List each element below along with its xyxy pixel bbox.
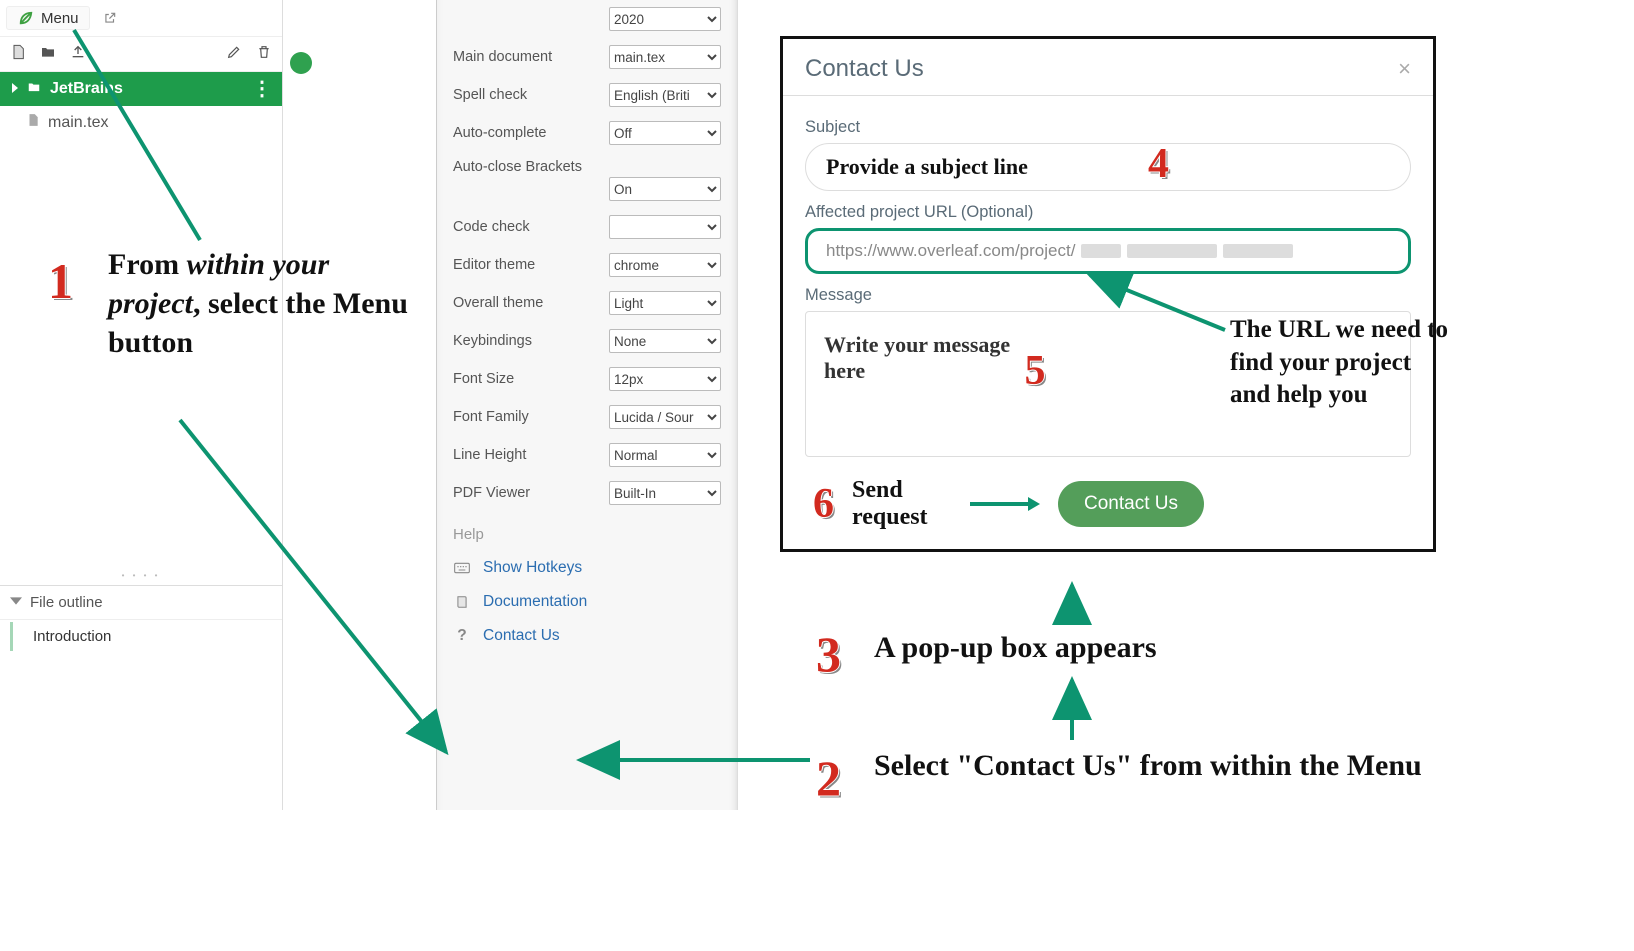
auto-complete-select[interactable]: Off: [609, 121, 721, 145]
folder-icon: [26, 80, 42, 99]
overleaf-icon: [17, 9, 35, 27]
external-link-icon[interactable]: [100, 8, 120, 28]
show-hotkeys-link[interactable]: Show Hotkeys: [437, 551, 737, 585]
spell-check-select[interactable]: English (Briti: [609, 83, 721, 107]
url-label: Affected project URL (Optional): [805, 203, 1411, 222]
close-icon[interactable]: ×: [1398, 56, 1411, 82]
subject-label: Subject: [805, 118, 1411, 137]
auto-close-select[interactable]: On: [609, 177, 721, 201]
upload-icon[interactable]: [70, 44, 86, 65]
step-number-1: 1: [48, 249, 73, 314]
contact-us-modal: Contact Us × Subject Provide a subject l…: [780, 36, 1436, 552]
label: Font Size: [453, 371, 514, 387]
outline-item[interactable]: Introduction: [10, 622, 282, 651]
rename-icon[interactable]: [226, 44, 242, 65]
label: Overall theme: [453, 295, 543, 311]
help-section-title: Help: [437, 512, 737, 551]
file-toolbar: [0, 37, 282, 72]
label: Main document: [453, 49, 552, 65]
new-file-icon[interactable]: [10, 44, 26, 65]
file-icon: [26, 112, 40, 133]
editor-theme-select[interactable]: chrome: [609, 253, 721, 277]
documentation-link[interactable]: Documentation: [437, 585, 737, 619]
chevron-right-icon: [10, 80, 20, 98]
label: Auto-close Brackets: [453, 159, 582, 175]
step-number-2: 2: [816, 746, 841, 811]
label: Line Height: [453, 447, 526, 463]
annotation-step1: 1 From within your project, select the M…: [50, 245, 410, 362]
step-number-3: 3: [816, 622, 841, 687]
contact-us-link[interactable]: ? Contact Us: [437, 619, 737, 653]
font-size-select[interactable]: 12px: [609, 367, 721, 391]
send-request-label: Send request: [852, 477, 952, 531]
file-panel: Menu JetBrains ⋮ main.tex • • • •: [0, 0, 283, 810]
contact-us-button[interactable]: Contact Us: [1058, 481, 1204, 527]
subject-input[interactable]: Provide a subject line: [805, 143, 1411, 191]
annotation-url-note: The URL we need to find your project and…: [1230, 314, 1450, 412]
file-outline-header[interactable]: File outline: [0, 585, 282, 620]
message-placeholder: Write your message here: [824, 332, 1014, 384]
book-icon: [453, 594, 471, 610]
step-number-5: 5: [1024, 348, 1045, 394]
year-select[interactable]: 2020: [609, 7, 721, 31]
topbar: Menu: [0, 0, 282, 37]
link-label: Show Hotkeys: [483, 559, 582, 577]
menu-panel: 2020 Main document main.tex Spell check En…: [436, 0, 738, 810]
label: Auto-complete: [453, 125, 547, 141]
project-folder-row[interactable]: JetBrains ⋮: [0, 72, 282, 106]
label: Keybindings: [453, 333, 532, 349]
step-number-4: 4: [1148, 140, 1169, 188]
pdf-viewer-select[interactable]: Built-In: [609, 481, 721, 505]
annotation-step2: 2 Select "Contact Us" from within the Me…: [820, 746, 1460, 785]
file-name: main.tex: [48, 114, 108, 132]
menu-button-label: Menu: [41, 10, 79, 27]
keyboard-icon: [453, 562, 471, 574]
keybindings-select[interactable]: None: [609, 329, 721, 353]
project-url-input[interactable]: https://www.overleaf.com/project/: [805, 228, 1411, 274]
question-icon: ?: [453, 627, 471, 645]
annotation-step3: 3 A pop-up box appears: [820, 628, 1380, 667]
delete-icon[interactable]: [256, 44, 272, 65]
line-height-select[interactable]: Normal: [609, 443, 721, 467]
label: Spell check: [453, 87, 527, 103]
subject-placeholder: Provide a subject line: [826, 154, 1028, 179]
message-label: Message: [805, 286, 1411, 305]
main-document-select[interactable]: main.tex: [609, 45, 721, 69]
new-folder-icon[interactable]: [40, 44, 56, 65]
project-name: JetBrains: [50, 80, 123, 98]
chevron-down-icon: [10, 594, 22, 611]
code-check-select[interactable]: [609, 215, 721, 239]
link-label: Contact Us: [483, 627, 560, 645]
font-family-select[interactable]: Lucida / Sour: [609, 405, 721, 429]
label: Font Family: [453, 409, 529, 425]
modal-title: Contact Us: [805, 55, 924, 83]
arrow-icon: [970, 494, 1040, 514]
recompile-indicator: [290, 52, 312, 74]
drag-handle[interactable]: • • • •: [0, 570, 282, 580]
button-label: Contact Us: [1084, 493, 1178, 515]
label: PDF Viewer: [453, 485, 530, 501]
overall-theme-select[interactable]: Light: [609, 291, 721, 315]
link-label: Documentation: [483, 593, 587, 611]
step-number-6: 6: [813, 480, 834, 528]
label: Code check: [453, 219, 530, 235]
file-outline-title: File outline: [30, 594, 103, 611]
outline-item-label: Introduction: [33, 628, 111, 645]
url-value: https://www.overleaf.com/project/: [826, 241, 1075, 261]
file-row[interactable]: main.tex: [0, 106, 282, 139]
menu-button[interactable]: Menu: [6, 6, 90, 30]
label: Editor theme: [453, 257, 535, 273]
